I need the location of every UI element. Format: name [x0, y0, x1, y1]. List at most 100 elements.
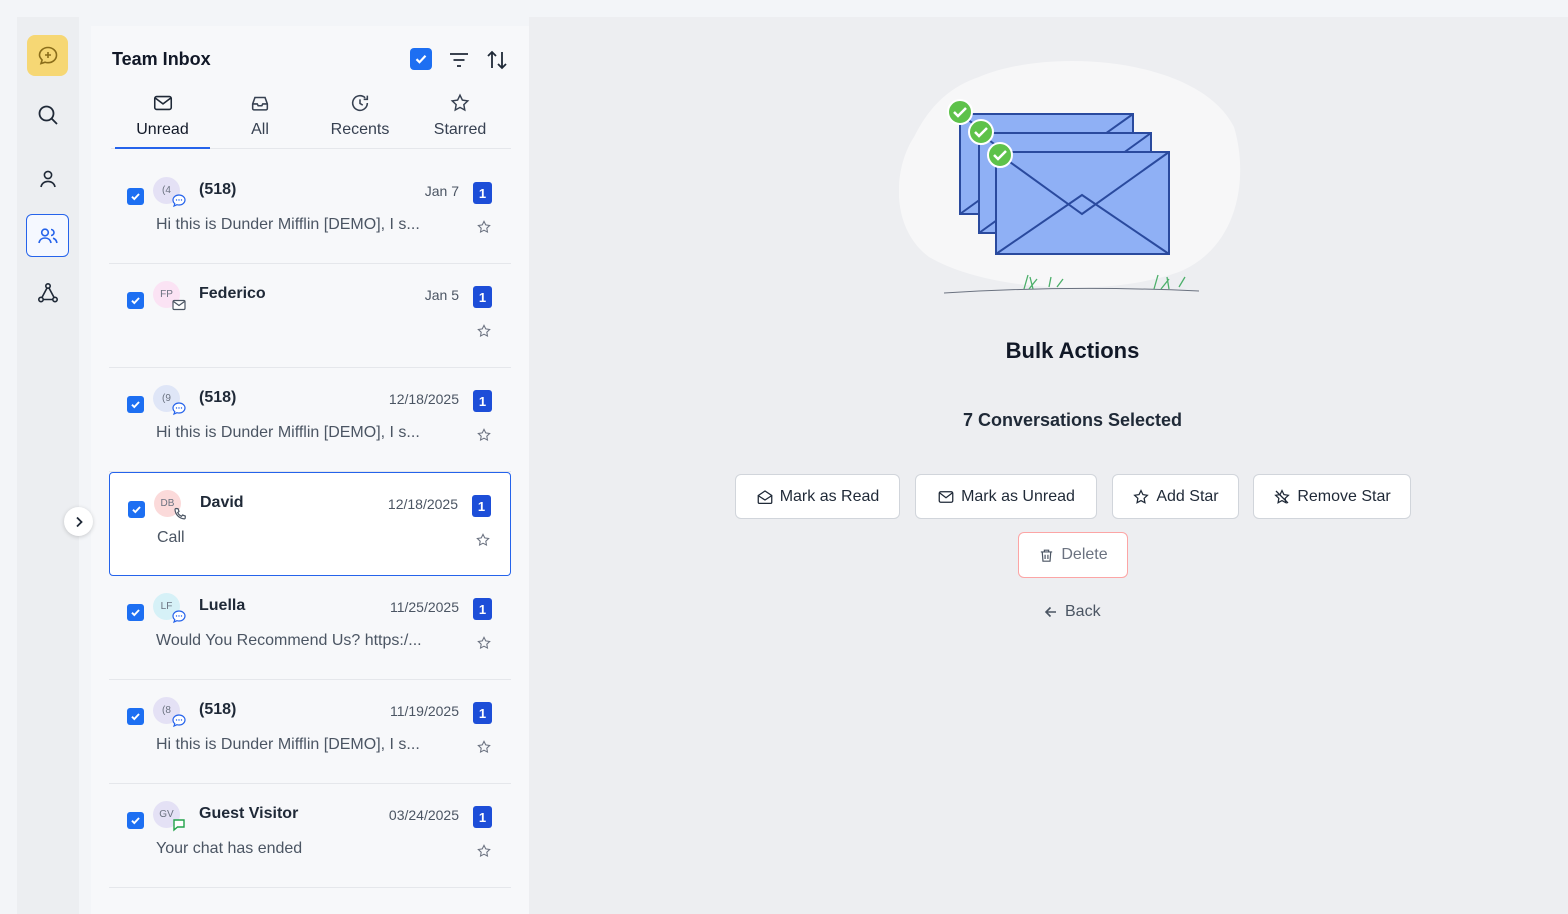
conversation-row[interactable]: (9 (518) 12/18/2025 1 Hi this is Dunder …: [109, 368, 511, 472]
user-icon: [39, 170, 56, 187]
sms-channel-icon: [170, 608, 188, 626]
button-label: Mark as Read: [779, 487, 880, 505]
page-title: Team Inbox: [112, 49, 211, 69]
star-toggle-icon[interactable]: [474, 531, 492, 549]
checkmark-icon: [132, 506, 141, 514]
trash-icon: [1041, 549, 1053, 562]
filter-icon: [450, 53, 468, 67]
back-link[interactable]: Back: [1043, 603, 1101, 621]
conversation-date: 12/18/2025: [387, 496, 458, 512]
mark-as-read-button[interactable]: Mark as Read: [735, 474, 900, 519]
button-label: Add Star: [1156, 487, 1219, 505]
search-icon: [38, 105, 58, 125]
star-icon: [1133, 488, 1150, 504]
conversation-row[interactable]: FP Federico Jan 5 1: [109, 264, 511, 368]
conversation-row[interactable]: DB David 12/18/2025 1 Call: [109, 472, 511, 576]
row-checkbox[interactable]: [127, 188, 144, 205]
history-icon: [349, 91, 371, 115]
row-checkbox[interactable]: [127, 708, 144, 725]
envelopes-illustration: [899, 61, 1241, 294]
arrow-left-icon: [1044, 606, 1056, 618]
inbox-tabs: Unread All Recents Starred: [111, 88, 511, 149]
checkmark-icon: [131, 401, 140, 409]
search-nav-button[interactable]: [26, 93, 69, 136]
bulk-actions-area: Bulk Actions 7 Conversations Selected Ma…: [529, 17, 1568, 914]
contact-name: (518): [199, 181, 237, 198]
bulk-actions-title: Bulk Actions: [1005, 338, 1140, 363]
conversation-row[interactable]: GV Guest Visitor 03/24/2025 1 Your chat …: [109, 784, 511, 888]
phone-channel-icon: [171, 505, 189, 523]
envelope-icon: [152, 91, 174, 115]
conversation-row[interactable]: (8 (518) 11/19/2025 1 Hi this is Dunder …: [109, 680, 511, 784]
inbox-panel: Team Inbox Unread All Recents Starred (4…: [91, 26, 529, 914]
tab-label: Starred: [433, 121, 487, 138]
select-all-checkbox[interactable]: [410, 48, 432, 70]
button-label: Delete: [1061, 546, 1108, 563]
tab-all[interactable]: All: [210, 88, 310, 149]
message-preview: Hi this is Dunder Mifflin [DEMO], I s...: [156, 216, 420, 233]
filter-button[interactable]: [445, 46, 473, 74]
checkmark-icon: [131, 609, 140, 617]
contact-name: Federico: [199, 285, 266, 302]
team-inbox-nav-button[interactable]: [26, 214, 69, 257]
star-toggle-icon[interactable]: [475, 634, 493, 652]
checkmark-icon: [415, 55, 427, 64]
row-checkbox[interactable]: [127, 292, 144, 309]
tab-label: Unread: [136, 121, 189, 138]
mark-as-unread-button[interactable]: Mark as Unread: [915, 474, 1097, 519]
star-toggle-icon[interactable]: [475, 322, 493, 340]
conversation-date: Jan 5: [424, 287, 459, 303]
email-channel-icon: [170, 296, 188, 314]
star-toggle-icon[interactable]: [475, 738, 493, 756]
message-preview: Hi this is Dunder Mifflin [DEMO], I s...: [156, 736, 420, 753]
network-icon: [37, 282, 58, 302]
conversation-list: (4 (518) Jan 7 1 Hi this is Dunder Miffl…: [109, 160, 511, 888]
tab-unread[interactable]: Unread: [115, 88, 210, 149]
chevron-right-icon: [75, 516, 83, 527]
row-checkbox[interactable]: [128, 501, 145, 518]
contacts-nav-button[interactable]: [26, 157, 69, 200]
row-checkbox[interactable]: [127, 812, 144, 829]
sort-button[interactable]: [483, 46, 511, 74]
unread-badge: 1: [473, 702, 492, 724]
contact-name: Guest Visitor: [199, 805, 299, 822]
conversation-row[interactable]: LF Luella 11/25/2025 1 Would You Recomme…: [109, 576, 511, 680]
checkmark-icon: [131, 297, 140, 305]
unread-badge: 1: [473, 598, 492, 620]
tab-recents[interactable]: Recents: [310, 88, 410, 149]
star-toggle-icon[interactable]: [475, 426, 493, 444]
message-preview: Call: [157, 529, 185, 546]
sms-channel-icon: [170, 400, 188, 418]
conversation-date: Jan 7: [424, 183, 459, 199]
remove-star-button[interactable]: Remove Star: [1253, 474, 1411, 519]
message-preview: Your chat has ended: [156, 840, 303, 857]
star-toggle-icon[interactable]: [475, 218, 493, 236]
add-star-button[interactable]: Add Star: [1112, 474, 1239, 519]
live-chat-channel-icon: [170, 816, 188, 834]
tab-starred[interactable]: Starred: [410, 88, 510, 149]
selected-count: 7 Conversations Selected: [962, 410, 1183, 430]
unread-badge: 1: [473, 390, 492, 412]
row-checkbox[interactable]: [127, 604, 144, 621]
conversation-date: 12/18/2025: [388, 391, 459, 407]
star-icon: [449, 91, 471, 115]
delete-button[interactable]: Delete: [1018, 532, 1128, 578]
contact-name: (518): [199, 389, 237, 406]
tab-label: Recents: [330, 121, 390, 138]
conversation-date: 11/19/2025: [389, 703, 459, 719]
sms-channel-icon: [170, 712, 188, 730]
workflows-nav-button[interactable]: [26, 271, 69, 314]
row-checkbox[interactable]: [127, 396, 144, 413]
unread-badge: 1: [473, 182, 492, 204]
expand-sidebar-button[interactable]: [64, 507, 93, 536]
contact-name: (518): [199, 701, 237, 718]
new-conversation-button[interactable]: [27, 35, 68, 76]
conversation-row[interactable]: (4 (518) Jan 7 1 Hi this is Dunder Miffl…: [109, 160, 511, 264]
message-preview: Hi this is Dunder Mifflin [DEMO], I s...: [156, 424, 420, 441]
checkmark-icon: [131, 193, 140, 201]
sms-channel-icon: [170, 192, 188, 210]
button-label: Mark as Unread: [961, 487, 1075, 505]
left-strip: [0, 0, 17, 914]
envelope-open-icon: [757, 489, 773, 504]
star-toggle-icon[interactable]: [475, 842, 493, 860]
